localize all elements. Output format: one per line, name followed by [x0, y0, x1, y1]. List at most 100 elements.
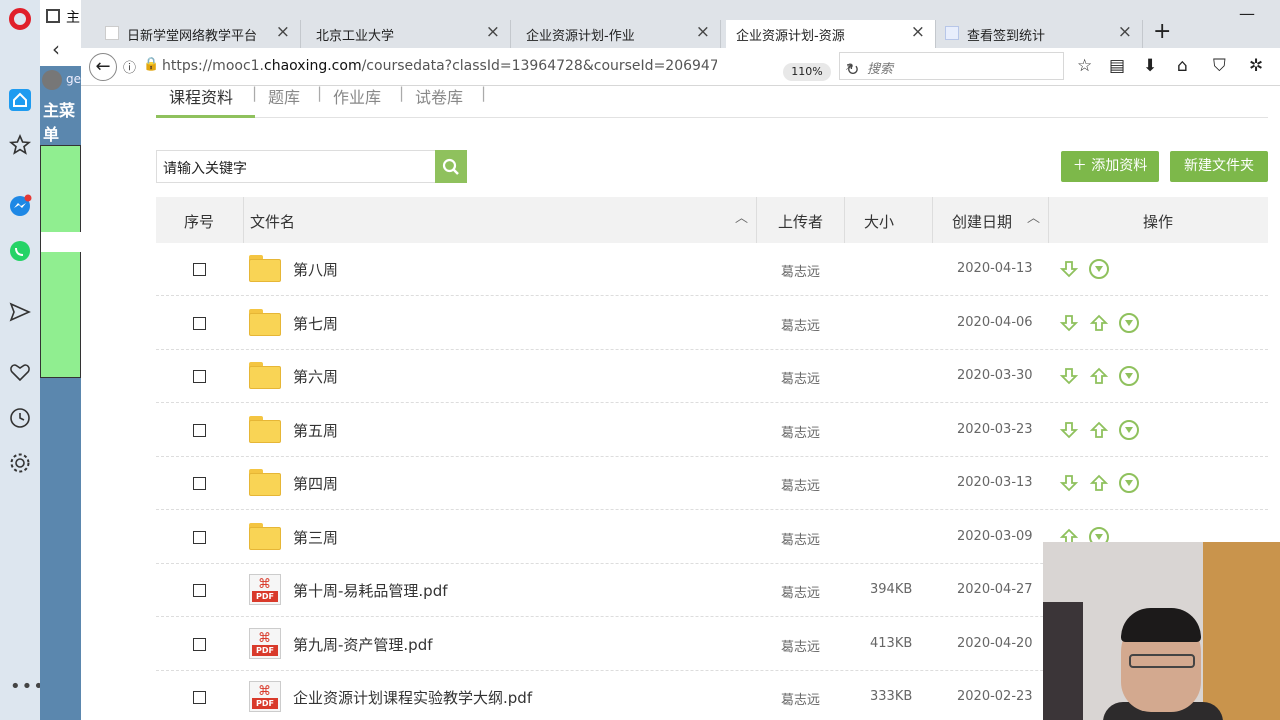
table-row[interactable]: 第七周 葛志远 2020-04-06 [156, 297, 1268, 350]
file-name-link[interactable]: 第九周-资产管理.pdf [293, 634, 433, 655]
table-row[interactable]: 第五周 葛志远 2020-03-23 [156, 404, 1268, 457]
back-button[interactable]: ← [89, 53, 117, 81]
close-icon[interactable]: × [696, 22, 710, 42]
column-filename[interactable]: 文件名 [250, 211, 295, 232]
table-row[interactable]: 第四周 葛志远 2020-03-13 [156, 457, 1268, 510]
shield-icon[interactable]: ⛉ [1213, 56, 1226, 76]
folder-icon[interactable] [249, 522, 281, 550]
move-up-icon[interactable] [1089, 473, 1109, 493]
move-down-icon[interactable] [1059, 420, 1079, 440]
new-tab-button[interactable]: + [1153, 19, 1171, 44]
more-actions-icon[interactable] [1119, 366, 1139, 386]
new-folder-button[interactable]: 新建文件夹 [1170, 151, 1268, 182]
pdf-icon[interactable]: ⌘ PDF [249, 574, 281, 605]
move-up-icon[interactable] [1089, 313, 1109, 333]
more-actions-icon[interactable] [1119, 473, 1139, 493]
file-size: 333KB [870, 689, 913, 704]
move-down-icon[interactable] [1059, 313, 1079, 333]
move-down-icon[interactable] [1059, 473, 1079, 493]
created-date: 2020-03-09 [957, 528, 1033, 544]
tab-erp-homework[interactable]: 企业资源计划-作业 × [511, 20, 721, 48]
move-up-icon[interactable] [1089, 420, 1109, 440]
download-icon[interactable]: ⬇ [1143, 56, 1157, 76]
close-icon[interactable]: × [911, 22, 925, 42]
move-down-icon[interactable] [1059, 259, 1079, 279]
keyword-search-button[interactable] [435, 150, 467, 183]
more-actions-icon[interactable] [1119, 312, 1139, 333]
chevron-left-icon: ‹ [52, 37, 60, 61]
whatsapp-icon[interactable] [8, 239, 32, 263]
close-icon[interactable]: × [276, 22, 290, 42]
history-icon[interactable] [8, 406, 32, 430]
page-icon [945, 26, 959, 40]
folder-icon[interactable] [249, 255, 281, 282]
row-checkbox[interactable] [193, 370, 206, 383]
bookmarks-icon[interactable] [8, 133, 32, 157]
file-name-link[interactable]: 第八周 [293, 259, 338, 280]
home-button-icon[interactable]: ⌂ [1177, 56, 1188, 76]
row-checkbox[interactable] [193, 423, 206, 437]
row-checkbox[interactable] [193, 263, 206, 276]
settings-icon[interactable] [8, 451, 32, 475]
sort-arrow-icon[interactable]: ︿ [1027, 207, 1040, 226]
zoom-badge[interactable]: 110% [783, 63, 831, 81]
add-material-button[interactable]: ＋ 添加资料 [1061, 151, 1159, 182]
messenger-icon[interactable] [8, 194, 32, 218]
table-row[interactable]: 第六周 葛志远 2020-03-30 [156, 350, 1268, 403]
uploader-name: 葛志远 [781, 318, 821, 334]
info-icon[interactable]: ⓘ [123, 57, 136, 76]
opera-logo-icon[interactable] [9, 8, 31, 30]
home-icon[interactable] [8, 88, 32, 112]
url-text[interactable]: https://mooc1.chaoxing.com/coursedata?cl… [162, 58, 717, 74]
row-checkbox[interactable] [193, 477, 206, 490]
search-input[interactable]: ⌕ 搜索 [839, 52, 1064, 80]
close-icon[interactable]: × [1118, 22, 1132, 42]
file-name-link[interactable]: 第五周 [293, 420, 338, 441]
url-field[interactable]: ⓘ 🔒 https://mooc1.chaoxing.com/coursedat… [121, 53, 859, 81]
reader-icon[interactable]: ▤ [1109, 56, 1125, 76]
folder-icon[interactable] [249, 362, 281, 389]
pdf-icon[interactable]: ⌘ PDF [249, 681, 281, 712]
tab-rixin[interactable]: 日新学堂网络教学平台 × [101, 20, 301, 48]
folder-icon[interactable] [249, 415, 281, 443]
tab-erp-resources[interactable]: 企业资源计划-资源 × [726, 20, 936, 48]
more-actions-icon[interactable] [1119, 419, 1139, 440]
created-date: 2020-04-13 [957, 261, 1033, 276]
file-name-link[interactable]: 第三周 [293, 527, 338, 548]
file-name-link[interactable]: 第六周 [293, 366, 338, 387]
tab-course-materials[interactable]: 课程资料 [169, 86, 233, 108]
sort-arrow-icon[interactable]: ︿ [735, 207, 748, 226]
heart-icon[interactable] [8, 360, 32, 384]
more-actions-icon[interactable] [1089, 259, 1109, 279]
row-checkbox[interactable] [193, 530, 206, 544]
row-checkbox[interactable] [193, 691, 206, 704]
table-row[interactable]: 第八周 葛志远 2020-04-13 [156, 243, 1268, 296]
lock-warning-icon[interactable]: 🔒 [143, 57, 159, 72]
move-up-icon[interactable] [1089, 366, 1109, 386]
send-icon[interactable] [8, 300, 32, 324]
tab-sign-in-stats[interactable]: 查看签到统计 × [941, 20, 1143, 48]
minimize-button[interactable]: — [1239, 4, 1255, 23]
column-created-date[interactable]: 创建日期 [952, 211, 1012, 232]
move-down-icon[interactable] [1059, 366, 1079, 386]
folder-icon[interactable] [249, 308, 281, 336]
tab-bjut[interactable]: 北京工业大学 × [301, 20, 511, 48]
row-checkbox[interactable] [193, 316, 206, 330]
background-back-button[interactable]: ‹ [40, 34, 81, 66]
row-checkbox[interactable] [193, 637, 206, 651]
folder-icon[interactable] [249, 469, 281, 496]
tab-homework-bank[interactable]: 作业库 [333, 86, 381, 108]
file-name-link[interactable]: 第十周-易耗品管理.pdf [293, 580, 448, 601]
row-checkbox[interactable] [193, 584, 206, 597]
pdf-tag: PDF [252, 591, 278, 602]
file-name-link[interactable]: 第七周 [293, 313, 338, 334]
tab-question-bank[interactable]: 题库 [268, 86, 300, 108]
file-name-link[interactable]: 第四周 [293, 473, 338, 494]
tab-exam-bank[interactable]: 试卷库 [415, 86, 463, 108]
file-name-link[interactable]: 企业资源计划课程实验教学大纲.pdf [293, 687, 532, 708]
keyword-search-input[interactable]: 请输入关键字 [156, 150, 436, 183]
extensions-icon[interactable]: ✲ [1249, 56, 1263, 76]
star-icon[interactable]: ☆ [1077, 56, 1092, 76]
close-icon[interactable]: × [486, 22, 500, 42]
pdf-icon[interactable]: ⌘ PDF [249, 627, 281, 659]
